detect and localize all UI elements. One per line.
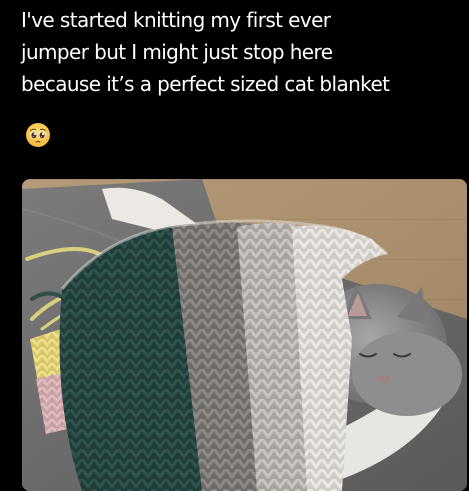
caption-line-2: jumper but I might just stop here bbox=[21, 40, 333, 64]
caption-line-3: because it’s a perfect sized cat blanket bbox=[21, 72, 390, 96]
cat-blanket-photo bbox=[22, 179, 467, 491]
pleading-face-icon bbox=[25, 122, 51, 148]
post-caption: I've started knitting my first ever jump… bbox=[21, 4, 466, 100]
caption-line-1: I've started knitting my first ever bbox=[21, 8, 331, 32]
